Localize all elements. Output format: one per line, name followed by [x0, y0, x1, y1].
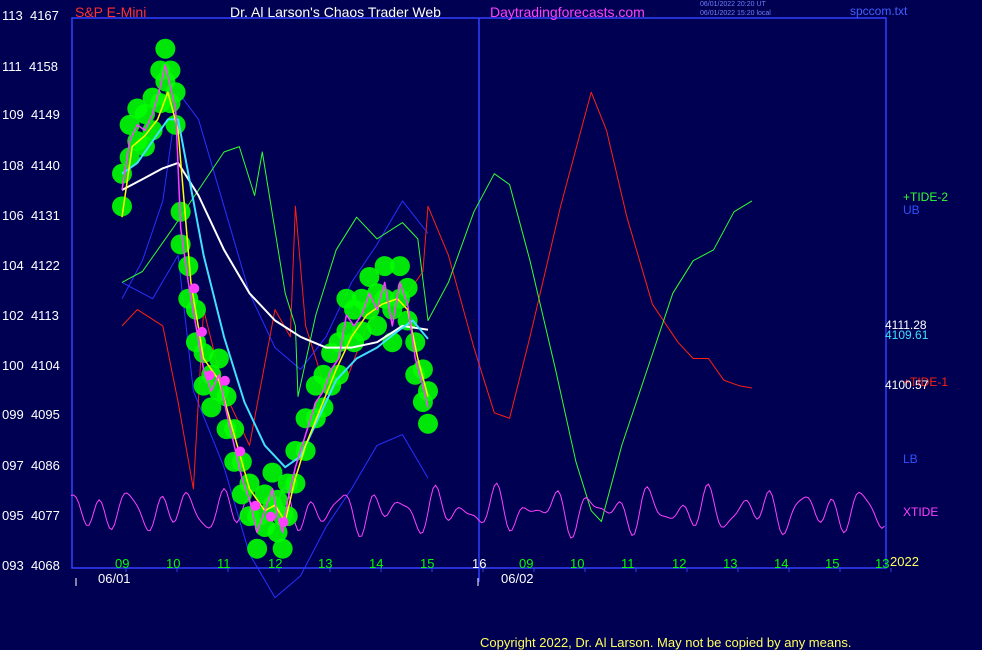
data-file: spccom.txt: [850, 4, 908, 18]
lb-label: LB: [903, 452, 918, 466]
x-hour-label: 10: [570, 556, 585, 571]
x-hour-label: 10: [166, 556, 181, 571]
y-label: 099 4095: [2, 407, 60, 422]
stamp-utc: 06/01/2022 20:20 UT: [700, 1, 766, 8]
price-marker: [189, 283, 200, 294]
copyright: Copyright 2022, Dr. Al Larson. May not b…: [480, 635, 852, 650]
x-hour-label: 11: [621, 556, 635, 571]
band-blob: [216, 386, 237, 407]
site-link[interactable]: Daytradingforecasts.com: [490, 4, 645, 20]
x-hour-label: 13: [875, 556, 890, 571]
y-label: 108 4140: [2, 158, 60, 173]
price-marker: [250, 500, 261, 511]
xtide-line: [70, 482, 885, 539]
y-label: 106 4131: [2, 208, 60, 223]
chart-symbol: S&P E-Mini: [75, 4, 147, 20]
x-hour-label: 09: [115, 556, 130, 571]
band-blob: [418, 381, 438, 402]
chart-canvas: [70, 17, 892, 599]
y-label: 102 4113: [2, 308, 59, 323]
price-marker: [235, 446, 246, 457]
x-date-label: 06/01: [98, 571, 131, 586]
x-hour-label: 13: [723, 556, 738, 571]
band-blob: [155, 38, 176, 59]
price-marker: [278, 517, 289, 528]
y-label: 093 4068: [2, 558, 60, 573]
band-blob: [208, 348, 229, 369]
x-hour-label: 14: [369, 556, 384, 571]
x-hour-label: 16: [472, 556, 487, 571]
band-blob: [397, 277, 418, 298]
x-hour-label: 15: [420, 556, 435, 571]
x-hour-label: 12: [268, 556, 283, 571]
price-marker: [219, 375, 230, 386]
x-hour-label: 12: [672, 556, 687, 571]
ub-label: UB: [903, 203, 920, 217]
readout-tide1: 4100.57: [885, 378, 929, 392]
price-marker: [265, 511, 276, 522]
tide2-label: +TIDE-2: [903, 190, 949, 204]
price-marker: [196, 326, 207, 337]
x-hour-label: 14: [774, 556, 789, 571]
x-hour-label: 09: [519, 556, 534, 571]
y-label: 111 4158: [2, 59, 58, 74]
band-blob: [389, 256, 410, 277]
x-hour-label: 13: [318, 556, 333, 571]
tide1-line: [121, 91, 752, 490]
stamp-local: 06/01/2022 15:20 local: [700, 10, 771, 17]
x-date-label: 06/02: [501, 571, 534, 586]
y-label: 113 4167: [2, 8, 59, 23]
band-blob: [247, 538, 268, 559]
chart-title: Dr. Al Larson's Chaos Trader Web: [230, 4, 441, 20]
y-label: 109 4149: [2, 107, 60, 122]
y-label: 100 4104: [2, 358, 60, 373]
band-blob: [418, 413, 438, 434]
price-marker: [204, 370, 215, 381]
band-blob: [367, 315, 387, 336]
y-label: 095 4077: [2, 508, 60, 523]
y-label: 097 4086: [2, 458, 60, 473]
x-hour-label: 11: [217, 556, 231, 571]
year-label: 2022: [890, 554, 919, 569]
x-hour-label: 15: [825, 556, 840, 571]
xtide-label: XTIDE: [903, 505, 939, 519]
tide2-line: [121, 146, 753, 522]
readout-mid: 4109.61: [885, 328, 929, 342]
y-label: 104 4122: [2, 258, 60, 273]
